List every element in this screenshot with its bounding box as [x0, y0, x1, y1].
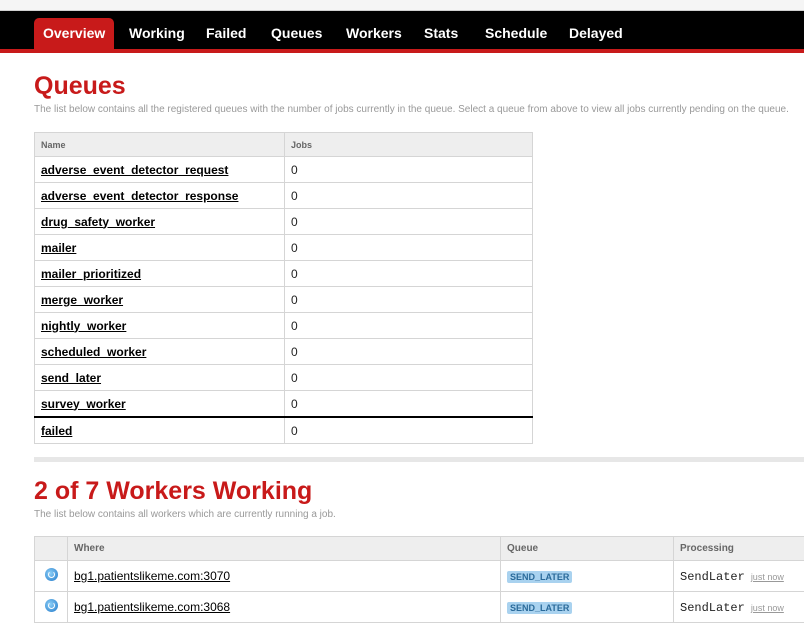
- tab-workers[interactable]: Workers: [346, 17, 402, 49]
- processing-class: SendLater: [680, 569, 745, 584]
- worker-host-link[interactable]: bg1.patientslikeme.com:3068: [74, 600, 230, 614]
- queue-jobs-count: 0: [284, 208, 533, 235]
- queue-jobs-count: 0: [284, 156, 533, 183]
- queue-row: scheduled_worker 0: [34, 338, 533, 365]
- column-header-queue: Queue: [500, 536, 674, 561]
- tab-failed[interactable]: Failed: [206, 17, 246, 49]
- queues-description: The list below contains all the register…: [34, 104, 789, 115]
- queue-row: nightly_worker 0: [34, 312, 533, 339]
- queues-table: Name Jobs adverse_event_detector_request…: [34, 132, 533, 444]
- queue-jobs-count: 0: [284, 364, 533, 391]
- worker-host-link[interactable]: bg1.patientslikeme.com:3070: [74, 569, 230, 583]
- refresh-icon: [44, 599, 58, 612]
- section-divider: [34, 457, 804, 462]
- queue-row: mailer_prioritized 0: [34, 260, 533, 287]
- column-header-processing: Processing: [673, 536, 804, 561]
- queue-jobs-count: 0: [284, 338, 533, 365]
- queue-row: send_later 0: [34, 364, 533, 391]
- queue-link[interactable]: adverse_event_detector_request: [41, 163, 228, 177]
- tab-delayed[interactable]: Delayed: [569, 17, 623, 49]
- queue-link[interactable]: adverse_event_detector_response: [41, 189, 238, 203]
- queue-link[interactable]: drug_safety_worker: [41, 215, 155, 229]
- column-header-icon: [34, 536, 68, 561]
- tab-stats[interactable]: Stats: [424, 17, 458, 49]
- failed-queue-link[interactable]: failed: [41, 424, 72, 438]
- queues-table-header: Name Jobs: [34, 132, 533, 157]
- queue-row: drug_safety_worker 0: [34, 208, 533, 235]
- failed-jobs-count: 0: [284, 416, 533, 444]
- column-header-jobs: Jobs: [284, 132, 533, 157]
- queue-row: mailer 0: [34, 234, 533, 261]
- queue-link[interactable]: mailer: [41, 241, 76, 255]
- workers-table: Where Queue Processing bg1.patientslikem…: [34, 536, 804, 623]
- queue-link[interactable]: nightly_worker: [41, 319, 126, 333]
- queue-jobs-count: 0: [284, 260, 533, 287]
- workers-table-header: Where Queue Processing: [34, 536, 804, 561]
- tab-working[interactable]: Working: [129, 17, 185, 49]
- worker-row: bg1.patientslikeme.com:3068 SEND_LATER S…: [34, 591, 804, 623]
- tab-overview[interactable]: Overview: [34, 18, 115, 49]
- failed-queue-row: failed 0: [34, 416, 533, 444]
- processing-time-link[interactable]: just now: [751, 603, 784, 613]
- processing-time-link[interactable]: just now: [751, 572, 784, 582]
- queue-jobs-count: 0: [284, 312, 533, 339]
- processing-class: SendLater: [680, 600, 745, 615]
- queues-title: Queues: [34, 72, 126, 100]
- queue-row: adverse_event_detector_request 0: [34, 156, 533, 183]
- queue-jobs-count: 0: [284, 286, 533, 313]
- queue-jobs-count: 0: [284, 234, 533, 261]
- worker-row: bg1.patientslikeme.com:3070 SEND_LATER S…: [34, 560, 804, 592]
- tab-queues[interactable]: Queues: [271, 17, 322, 49]
- workers-description: The list below contains all workers whic…: [34, 509, 336, 520]
- browser-top-strip: [0, 0, 804, 11]
- nav-accent-bar: [0, 49, 804, 53]
- queue-link[interactable]: scheduled_worker: [41, 345, 146, 359]
- column-header-name: Name: [34, 132, 285, 157]
- queue-row: merge_worker 0: [34, 286, 533, 313]
- column-header-where: Where: [67, 536, 501, 561]
- queue-row: survey_worker 0: [34, 390, 533, 418]
- queue-link[interactable]: survey_worker: [41, 397, 126, 411]
- refresh-icon: [44, 568, 58, 581]
- queue-badge[interactable]: SEND_LATER: [507, 571, 573, 583]
- top-navigation-bar: [0, 11, 804, 49]
- queue-jobs-count: 0: [284, 182, 533, 209]
- queue-link[interactable]: mailer_prioritized: [41, 267, 141, 281]
- tab-schedule[interactable]: Schedule: [485, 17, 547, 49]
- queue-link[interactable]: send_later: [41, 371, 101, 385]
- queue-jobs-count: 0: [284, 390, 533, 418]
- queue-badge[interactable]: SEND_LATER: [507, 602, 573, 614]
- queue-link[interactable]: merge_worker: [41, 293, 123, 307]
- workers-title: 2 of 7 Workers Working: [34, 477, 313, 505]
- queue-row: adverse_event_detector_response 0: [34, 182, 533, 209]
